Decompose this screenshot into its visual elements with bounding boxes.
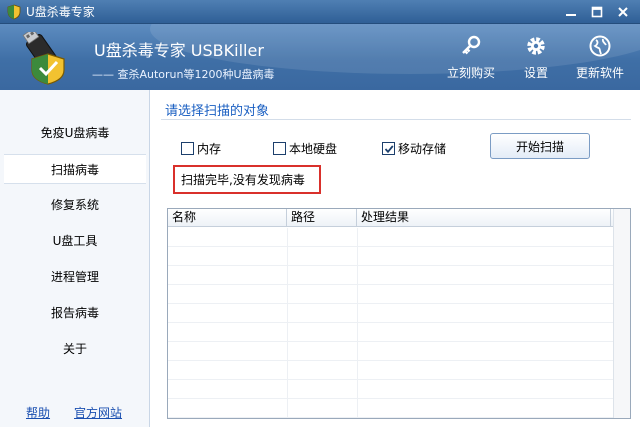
usb-shield-logo-icon: [22, 32, 65, 85]
minimize-button[interactable]: [560, 2, 582, 22]
sidebar-item-repair[interactable]: 修复系统: [4, 190, 146, 220]
table-header: 名称 路径 处理结果: [168, 209, 630, 227]
key-icon: [462, 35, 481, 55]
header-banner: U盘杀毒专家 USBKiller —— 查杀Autorun等1200种U盘病毒 …: [0, 24, 640, 90]
column-divider: [287, 228, 288, 418]
maximize-icon: [591, 6, 603, 18]
update-software-button[interactable]: 更新软件: [574, 34, 626, 84]
minimize-icon: [566, 14, 576, 16]
column-divider: [357, 228, 358, 418]
checkmark-icon: [384, 144, 393, 153]
settings-button[interactable]: 设置: [516, 34, 556, 84]
divider: [161, 119, 631, 120]
scan-status-message: 扫描完毕,没有发现病毒: [173, 165, 321, 194]
buy-now-button[interactable]: 立刻购买: [446, 34, 496, 84]
local-disk-checkbox[interactable]: 本地硬盘: [273, 140, 337, 157]
official-website-link[interactable]: 官方网站: [74, 404, 122, 421]
app-name: U盘杀毒专家 USBKiller: [94, 41, 264, 60]
app-subtitle: —— 查杀Autorun等1200种U盘病毒: [92, 68, 275, 81]
help-link[interactable]: 帮助: [26, 404, 50, 421]
checkbox-box[interactable]: [273, 142, 286, 155]
checkbox-box[interactable]: [382, 142, 395, 155]
scan-status-text: 扫描完毕,没有发现病毒: [181, 173, 305, 187]
memory-checkbox-label: 内存: [197, 142, 222, 156]
removable-storage-checkbox[interactable]: 移动存储: [382, 140, 446, 157]
column-header-name[interactable]: 名称: [168, 209, 287, 227]
buy-now-label: 立刻购买: [446, 66, 495, 80]
column-header-result[interactable]: 处理结果: [357, 209, 611, 227]
table-body: [168, 228, 614, 418]
settings-label: 设置: [523, 66, 548, 80]
update-software-label: 更新软件: [575, 66, 624, 80]
removable-storage-checkbox-label: 移动存储: [398, 142, 447, 156]
title-bar: U盘杀毒专家: [0, 0, 640, 24]
scan-panel: 请选择扫描的对象 内存 本地硬盘 移动存储 开始扫描 扫描完毕,没有发现病毒 名…: [151, 90, 640, 427]
start-scan-button[interactable]: 开始扫描: [490, 133, 590, 159]
close-button[interactable]: [612, 2, 634, 22]
section-title: 请选择扫描的对象: [165, 104, 270, 119]
window-title: U盘杀毒专家: [26, 5, 95, 19]
sidebar-item-immunize[interactable]: 免疫U盘病毒: [4, 118, 146, 148]
sidebar-item-about[interactable]: 关于: [4, 334, 146, 364]
memory-checkbox[interactable]: 内存: [181, 140, 221, 157]
local-disk-checkbox-label: 本地硬盘: [289, 142, 338, 156]
gear-icon: [527, 37, 545, 55]
results-table: 名称 路径 处理结果: [167, 208, 631, 419]
sidebar-item-report[interactable]: 报告病毒: [4, 298, 146, 328]
table-scrollbar[interactable]: [613, 209, 630, 418]
shield-icon: [7, 4, 21, 20]
checkbox-box[interactable]: [181, 142, 194, 155]
globe-icon: [589, 35, 611, 57]
sidebar-item-process-manager[interactable]: 进程管理: [4, 262, 146, 292]
sidebar-item-usb-tools[interactable]: U盘工具: [4, 226, 146, 256]
close-icon: [618, 7, 628, 17]
sidebar: 免疫U盘病毒 扫描病毒 修复系统 U盘工具 进程管理 报告病毒 关于 帮助 官方…: [0, 90, 150, 427]
column-header-path[interactable]: 路径: [287, 209, 357, 227]
maximize-button[interactable]: [586, 2, 608, 22]
sidebar-item-scan[interactable]: 扫描病毒: [4, 154, 146, 184]
